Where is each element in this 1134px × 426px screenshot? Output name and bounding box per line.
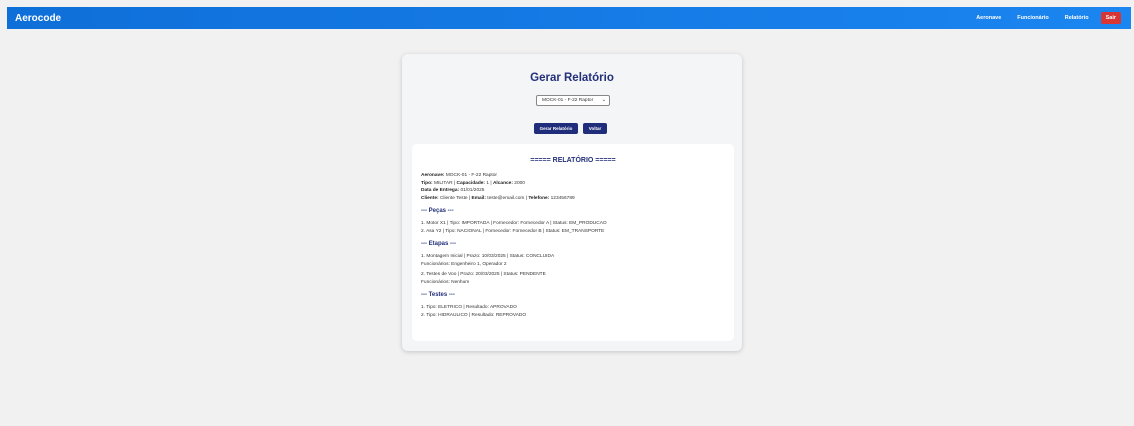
logout-button[interactable]: Sair	[1100, 12, 1121, 24]
list-item: 2. Asa Y2 | Tipo: NACIONAL | Fornecedor:…	[421, 228, 605, 234]
report-title: ===== RELATÓRIO =====	[530, 157, 616, 164]
list-item: 1. Motor X1 | Tipo: IMPORTADA | Forneced…	[421, 221, 607, 226]
nav-funcionario[interactable]: Funcionário	[1017, 15, 1048, 21]
list-item-detail: Funcionários: Nenhum	[421, 279, 470, 285]
report-card: Gerar Relatório MOCK-01 - F-22 Raptor ⌄ …	[402, 54, 742, 351]
list-item: 2. Testes de Voo | Prazo: 20/03/2025 | S…	[421, 272, 546, 277]
report-output: ===== RELATÓRIO ===== Aeronave: MOCK-01 …	[412, 144, 734, 341]
nav-relatorio[interactable]: Relatório	[1065, 15, 1089, 21]
report-specs: Tipo: MILITAR | Capacidade: 1 | Alcance:…	[421, 180, 525, 186]
aircraft-select-value: MOCK-01 - F-22 Raptor	[542, 98, 594, 103]
page-title: Gerar Relatório	[530, 72, 614, 84]
report-aeronave: Aeronave: MOCK-01 - F-22 Raptor	[421, 173, 497, 178]
report-delivery: Data de Entrega: 01/01/2025	[421, 188, 485, 193]
list-item: 1. Montagem Inicial | Prazo: 10/03/2025 …	[421, 254, 555, 259]
brand-logo[interactable]: Aerocode	[15, 13, 61, 24]
report-client: Cliente: Cliente Teste | Email: teste@em…	[421, 195, 575, 201]
generate-report-button[interactable]: Gerar Relatório	[534, 123, 578, 134]
nav-aeronave[interactable]: Aeronave	[976, 15, 1001, 21]
list-item: 1. Tipo: ELETRICO | Resultado: APROVADO	[421, 305, 517, 310]
chevron-down-icon: ⌄	[601, 97, 606, 103]
aircraft-select[interactable]: MOCK-01 - F-22 Raptor ⌄	[536, 95, 610, 106]
list-item-detail: Funcionários: Engenheiro 1, Operador 2	[421, 261, 507, 267]
section-pecas: --- Peças ---	[421, 208, 454, 214]
section-etapas: --- Etapas ---	[421, 241, 456, 247]
nav-menu: Aeronave Funcionário Relatório Sair	[976, 12, 1123, 24]
section-testes: --- Testes ---	[421, 292, 455, 298]
top-navbar: Aerocode Aeronave Funcionário Relatório …	[7, 7, 1131, 29]
back-button[interactable]: Voltar	[583, 123, 607, 134]
list-item: 2. Tipo: HIDRAULICO | Resultado: REPROVA…	[421, 312, 527, 318]
